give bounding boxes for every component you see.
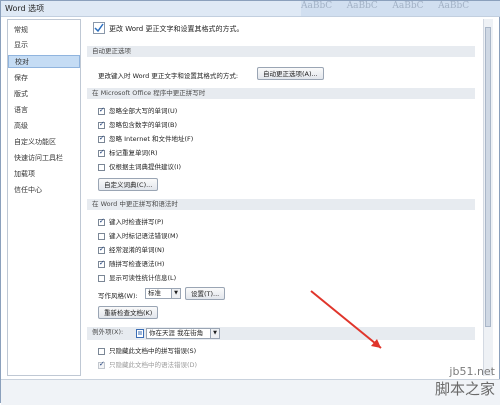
sidebar-item-customize-ribbon[interactable]: 自定义功能区 — [8, 136, 80, 149]
writing-style-value: 标准 — [148, 289, 161, 297]
readability-stats-label: 显示可读性统计信息(L) — [109, 274, 177, 282]
readability-stats-checkbox[interactable] — [98, 275, 105, 282]
grammar-with-spelling-label: 随拼写检查语法(H) — [109, 260, 165, 268]
hide-spelling-errors-label: 只隐藏此文档中的拼写错误(S) — [109, 347, 197, 355]
sidebar-item-proofing[interactable]: 校对 — [8, 55, 80, 68]
sidebar-item-layout[interactable]: 版式 — [8, 88, 80, 101]
background-ribbon-styles: AaBbC AaBbC AaBbC AaBbC — [301, 1, 500, 16]
main-dictionary-only-checkbox[interactable] — [98, 164, 105, 171]
document-icon — [136, 329, 144, 338]
hide-grammar-errors-label: 只隐藏此文档中的语法错误(D) — [109, 361, 198, 369]
ignore-internet-checkbox[interactable] — [98, 134, 105, 143]
sidebar-item-advanced[interactable]: 高级 — [8, 120, 80, 133]
watermark: jb51.net 脚本之家 — [435, 365, 495, 399]
section-word-proofing: 在 Word 中更正拼写和语法时 — [87, 199, 475, 210]
flag-repeated-label: 标记重复单词(R) — [109, 149, 158, 157]
sidebar-item-trust-center[interactable]: 信任中心 — [8, 184, 80, 197]
autocorrect-options-button[interactable]: 自动更正选项(A)... — [257, 67, 324, 80]
section-autocorrect: 自动更正选项 — [87, 46, 475, 57]
ignore-internet-label: 忽略 Internet 和文件地址(F) — [109, 135, 194, 143]
flag-repeated-checkbox[interactable] — [98, 148, 105, 157]
vertical-scrollbar[interactable] — [483, 19, 493, 376]
watermark-url: jb51.net — [449, 365, 495, 378]
sidebar-item-addins[interactable]: 加载项 — [8, 168, 80, 181]
check-spelling-label: 键入时检查拼写(P) — [109, 218, 164, 226]
ignore-numbers-checkbox[interactable] — [98, 120, 105, 129]
proofing-panel: 更改 Word 更正文字和设置其格式的方式。 自动更正选项 更改键入时 Word… — [87, 19, 483, 376]
section-office-proofing: 在 Microsoft Office 程序中更正拼写时 — [87, 88, 475, 99]
recheck-document-button[interactable]: 重新检查文档(K) — [98, 306, 159, 319]
custom-dictionaries-button[interactable]: 自定义词典(C)... — [98, 178, 159, 191]
sidebar-item-language[interactable]: 语言 — [8, 104, 80, 117]
confused-words-label: 经常混淆的单词(N) — [109, 246, 165, 254]
ignore-uppercase-checkbox[interactable] — [98, 106, 105, 115]
writing-style-label: 写作风格(W): — [98, 292, 138, 300]
scrollbar-thumb[interactable] — [485, 27, 491, 327]
style-preview: AaBbC — [301, 1, 333, 11]
mark-grammar-label: 键入时标记语法错误(M) — [109, 232, 179, 240]
style-preview: AaBbC — [346, 1, 378, 11]
chevron-down-icon: ▼ — [210, 329, 219, 338]
panel-description: 更改 Word 更正文字和设置其格式的方式。 — [109, 25, 244, 33]
options-sidebar: 常规 显示 校对 保存 版式 语言 高级 自定义功能区 快速访问工具栏 加载项 … — [7, 19, 81, 376]
exceptions-document-select[interactable]: 你在天涯 我在街角 ▼ — [146, 328, 220, 339]
main-dictionary-only-label: 仅根据主词典提供建议(I) — [109, 163, 181, 171]
exceptions-label: 例外项(X): — [92, 328, 124, 336]
style-preview: AaBbC — [438, 1, 470, 11]
chevron-down-icon: ▼ — [171, 289, 180, 298]
window-title: Word 选项 — [5, 4, 45, 13]
word-options-dialog: Word 选项 AaBbC AaBbC AaBbC AaBbC 常规 显示 校对… — [0, 0, 500, 405]
sidebar-item-general[interactable]: 常规 — [8, 24, 80, 37]
mark-grammar-checkbox[interactable] — [98, 233, 105, 240]
sidebar-item-display[interactable]: 显示 — [8, 39, 80, 52]
ignore-numbers-label: 忽略包含数字的单词(B) — [109, 121, 178, 129]
grammar-settings-button[interactable]: 设置(T)... — [185, 287, 226, 300]
hide-spelling-errors-checkbox[interactable] — [98, 348, 105, 355]
annotation-arrow-icon — [310, 290, 382, 349]
check-spelling-checkbox[interactable] — [98, 217, 105, 226]
style-preview: AaBbC — [392, 1, 424, 11]
sidebar-item-quick-access-toolbar[interactable]: 快速访问工具栏 — [8, 152, 80, 165]
autocorrect-description: 更改键入时 Word 更正文字和设置其格式的方式: — [98, 72, 239, 80]
proofing-abc-check-icon — [93, 22, 105, 34]
writing-style-select[interactable]: 标准 ▼ — [145, 288, 181, 299]
watermark-brand: 脚本之家 — [434, 380, 495, 398]
grammar-with-spelling-checkbox[interactable] — [98, 259, 105, 268]
hide-grammar-errors-checkbox[interactable] — [98, 360, 105, 369]
ignore-uppercase-label: 忽略全部大写的单词(U) — [109, 107, 178, 115]
exceptions-document-value: 你在天涯 我在街角 — [149, 329, 204, 337]
dialog-footer — [1, 379, 500, 405]
confused-words-checkbox[interactable] — [98, 245, 105, 254]
sidebar-item-save[interactable]: 保存 — [8, 72, 80, 85]
